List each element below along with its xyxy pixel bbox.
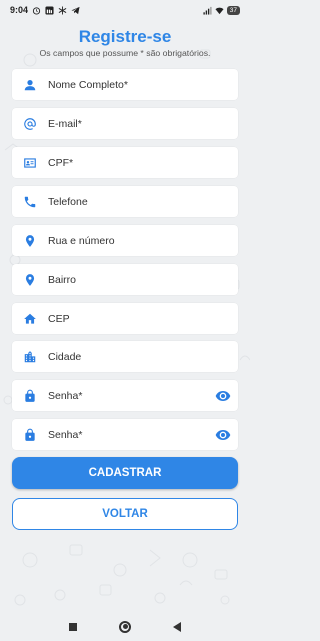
at-icon: [12, 117, 48, 131]
cep-field[interactable]: CEP: [12, 303, 238, 334]
password-field[interactable]: Senha*: [12, 380, 238, 411]
phone-field[interactable]: Telefone: [12, 186, 238, 217]
wifi-icon: [215, 7, 224, 14]
confirm-password-field[interactable]: Senha*: [12, 419, 238, 450]
telegram-icon: [71, 6, 80, 14]
linkedin-icon: [45, 5, 54, 15]
page-subtitle: Os campos que possume * são obrigatórios…: [39, 48, 211, 58]
header: Registre-se Os campos que possume * são …: [0, 27, 250, 58]
register-button[interactable]: CADASTRAR: [12, 457, 238, 489]
location-pin-icon: [12, 234, 48, 248]
city-icon: [12, 350, 48, 364]
cpf-placeholder: CPF*: [48, 156, 74, 169]
full-name-field[interactable]: Nome Completo*: [12, 69, 238, 100]
home-button[interactable]: [119, 620, 131, 633]
person-icon: [12, 78, 48, 92]
phone-icon: [12, 195, 48, 209]
battery-indicator: 37: [226, 5, 240, 15]
home-icon: [12, 312, 48, 326]
email-placeholder: E-mail*: [48, 117, 82, 130]
email-field[interactable]: E-mail*: [12, 108, 238, 139]
street-field[interactable]: Rua e número: [12, 225, 238, 256]
alarm-icon: [32, 6, 41, 15]
full-name-placeholder: Nome Completo*: [48, 78, 128, 91]
id-card-icon: [12, 156, 48, 170]
neighborhood-field[interactable]: Bairro: [12, 264, 238, 295]
status-bar: 9:04 37: [0, 0, 250, 20]
back-button[interactable]: VOLTAR: [12, 498, 238, 530]
eye-icon[interactable]: [208, 388, 238, 404]
snowflake-icon: [58, 5, 67, 15]
lock-icon: [12, 428, 48, 442]
recent-apps-button[interactable]: [69, 622, 77, 631]
street-placeholder: Rua e número: [48, 234, 115, 247]
system-nav-bar: [0, 612, 250, 641]
city-field[interactable]: Cidade: [12, 341, 238, 372]
password-placeholder: Senha*: [48, 389, 83, 402]
phone-placeholder: Telefone: [48, 195, 88, 208]
status-time: 9:04: [10, 5, 29, 15]
location-pin-icon: [12, 273, 48, 287]
confirm-password-placeholder: Senha*: [48, 428, 83, 441]
city-placeholder: Cidade: [48, 350, 82, 363]
back-nav-button[interactable]: [173, 621, 181, 632]
eye-icon[interactable]: [208, 427, 238, 443]
neighborhood-placeholder: Bairro: [48, 273, 77, 286]
cpf-field[interactable]: CPF*: [12, 147, 238, 178]
lock-icon: [12, 389, 48, 403]
cep-placeholder: CEP: [48, 312, 70, 325]
signal-icon: [203, 6, 212, 15]
page-title: Registre-se: [78, 27, 172, 46]
